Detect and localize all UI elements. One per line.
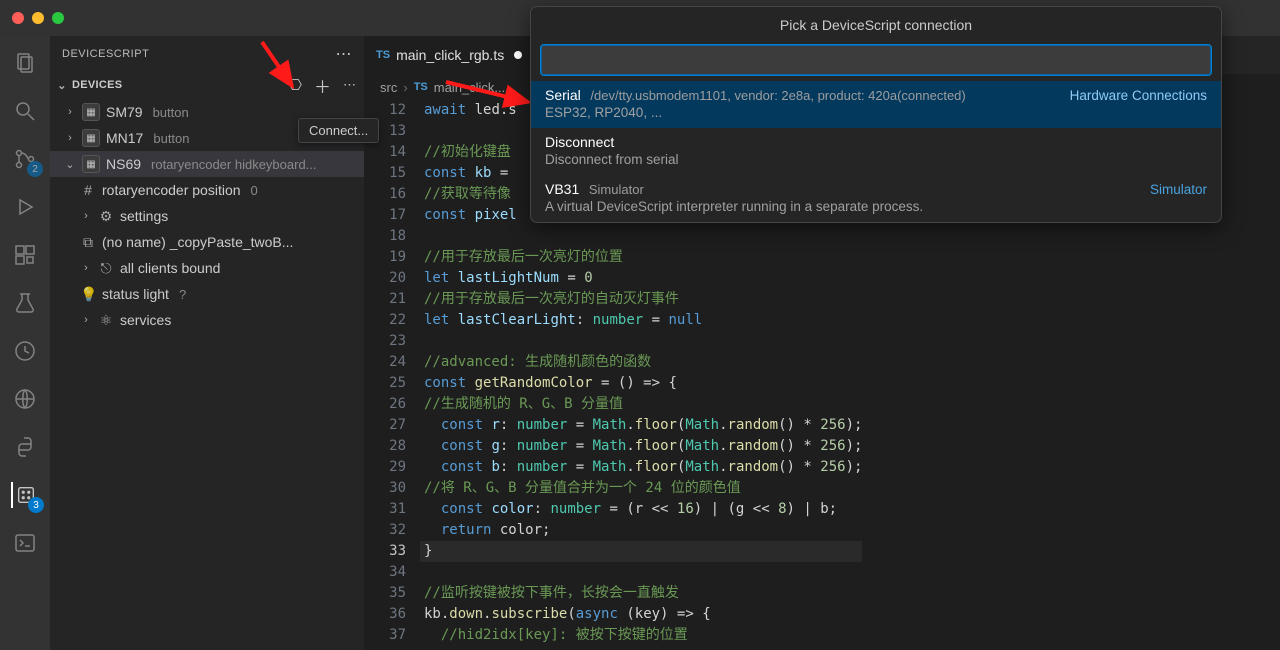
link-icon: ⎋ bbox=[98, 260, 114, 277]
extensions-icon[interactable] bbox=[12, 242, 38, 268]
quickpick-item-disconnect[interactable]: Disconnect Disconnect from serial bbox=[531, 128, 1221, 175]
section-more-icon[interactable]: ⋯ bbox=[343, 77, 356, 93]
minimize-window-button[interactable] bbox=[32, 12, 44, 24]
service-settings[interactable]: › ⚙ settings bbox=[50, 203, 364, 229]
service-status-light[interactable]: 💡 status light ? bbox=[50, 281, 364, 307]
devicescript-icon[interactable]: 3 bbox=[11, 482, 37, 508]
quickpick-title: Pick a DeviceScript connection bbox=[531, 7, 1221, 37]
chevron-right-icon: › bbox=[80, 210, 92, 222]
device-chip-icon: ▦ bbox=[82, 129, 100, 147]
tab-main-click-rgb[interactable]: TS main_click_rgb.ts bbox=[364, 36, 535, 74]
typescript-icon: TS bbox=[376, 49, 390, 61]
service-copypaste[interactable]: ⧉ (no name) _copyPaste_twoB... bbox=[50, 229, 364, 255]
qp-item-secondary: Simulator bbox=[589, 182, 644, 197]
chevron-right-icon: › bbox=[80, 314, 92, 326]
quickpick-list: Serial /dev/tty.usbmodem1101, vendor: 2e… bbox=[531, 81, 1221, 222]
chevron-down-icon: ⌄ bbox=[56, 79, 68, 92]
activity-bar: 2 3 bbox=[0, 36, 50, 650]
service-label: services bbox=[120, 312, 171, 328]
service-clients[interactable]: › ⎋ all clients bound bbox=[50, 255, 364, 281]
breadcrumb-segment[interactable]: main_click... bbox=[434, 80, 506, 95]
qp-item-primary: Disconnect bbox=[545, 134, 614, 150]
chevron-right-icon: › bbox=[403, 80, 407, 95]
source-control-icon[interactable]: 2 bbox=[12, 146, 38, 172]
device-label: SM79 bbox=[106, 104, 143, 120]
device-label: MN17 bbox=[106, 130, 143, 146]
quickpick-item-serial[interactable]: Serial /dev/tty.usbmodem1101, vendor: 2e… bbox=[531, 81, 1221, 128]
section-title: DEVICES bbox=[72, 79, 122, 91]
run-debug-icon[interactable] bbox=[12, 194, 38, 220]
sidebar-more-icon[interactable]: ⋯ bbox=[336, 44, 353, 64]
qp-item-category: Simulator bbox=[1150, 182, 1207, 197]
process-icon: ⧉ bbox=[80, 234, 96, 251]
service-label: rotaryencoder position bbox=[102, 182, 241, 198]
gear-icon: ⚙ bbox=[98, 208, 114, 225]
connect-device-icon[interactable]: ⎔ bbox=[289, 76, 302, 94]
tooltip-label: Connect... bbox=[309, 123, 368, 138]
service-label: (no name) _copyPaste_twoB... bbox=[102, 234, 293, 250]
chevron-right-icon: › bbox=[64, 132, 76, 144]
testing-icon[interactable] bbox=[12, 290, 38, 316]
qp-item-primary: VB31 bbox=[545, 181, 579, 197]
device-detail: button bbox=[153, 131, 189, 146]
connect-tooltip: Connect... bbox=[298, 118, 379, 143]
search-icon[interactable] bbox=[12, 98, 38, 124]
sidebar-title: DEVICESCRIPT bbox=[62, 48, 149, 60]
devicescript-badge: 3 bbox=[28, 497, 44, 513]
python-icon[interactable] bbox=[12, 434, 38, 460]
quickpick-input[interactable] bbox=[541, 45, 1211, 75]
device-chip-icon: ▦ bbox=[82, 103, 100, 121]
explorer-icon[interactable] bbox=[12, 50, 38, 76]
service-rotary[interactable]: # rotaryencoder position 0 bbox=[50, 177, 364, 203]
sidebar-header: DEVICESCRIPT ⋯ bbox=[50, 36, 364, 71]
quickpick-item-vb31[interactable]: VB31 Simulator Simulator A virtual Devic… bbox=[531, 175, 1221, 222]
service-value: 0 bbox=[251, 183, 258, 198]
service-label: status light bbox=[102, 286, 169, 302]
typescript-icon: TS bbox=[414, 81, 428, 93]
qp-item-primary: Serial bbox=[545, 87, 581, 103]
add-device-icon[interactable]: ＋ bbox=[314, 73, 331, 98]
maximize-window-button[interactable] bbox=[52, 12, 64, 24]
qp-item-secondary: /dev/tty.usbmodem1101, vendor: 2e8a, pro… bbox=[590, 88, 965, 103]
lightbulb-icon: 💡 bbox=[80, 286, 96, 303]
device-detail: button bbox=[153, 105, 189, 120]
device-ns69[interactable]: ⌄ ▦ NS69 rotaryencoder hidkeyboard... bbox=[50, 151, 364, 177]
service-services[interactable]: › ⚛ services bbox=[50, 307, 364, 333]
close-window-button[interactable] bbox=[12, 12, 24, 24]
qp-item-desc: A virtual DeviceScript interpreter runni… bbox=[545, 199, 1207, 214]
device-label: NS69 bbox=[106, 156, 141, 172]
chevron-down-icon: ⌄ bbox=[64, 158, 76, 171]
breadcrumb-segment[interactable]: src bbox=[380, 80, 397, 95]
service-label: all clients bound bbox=[120, 260, 220, 276]
device-detail: rotaryencoder hidkeyboard... bbox=[151, 157, 316, 172]
tab-label: main_click_rgb.ts bbox=[396, 47, 504, 63]
qp-item-category: Hardware Connections bbox=[1070, 88, 1207, 103]
device-chip-icon: ▦ bbox=[82, 155, 100, 173]
service-label: settings bbox=[120, 208, 168, 224]
chevron-right-icon: › bbox=[80, 262, 92, 274]
qp-item-desc: Disconnect from serial bbox=[545, 152, 1207, 167]
quickpick-connection: Pick a DeviceScript connection Serial /d… bbox=[530, 6, 1222, 223]
dirty-indicator-icon bbox=[514, 51, 522, 59]
qp-item-desc: ESP32, RP2040, ... bbox=[545, 105, 1207, 120]
terminal-icon[interactable] bbox=[12, 530, 38, 556]
chevron-right-icon: › bbox=[64, 106, 76, 118]
timeline-icon[interactable] bbox=[12, 338, 38, 364]
line-number-gutter: 1213141516171819202122232425262728293031… bbox=[364, 100, 424, 650]
devices-section-header[interactable]: ⌄ DEVICES ⎔ ＋ ⋯ bbox=[50, 71, 364, 99]
scm-badge: 2 bbox=[27, 161, 43, 177]
hash-icon: # bbox=[80, 182, 96, 198]
services-icon: ⚛ bbox=[98, 312, 114, 329]
service-value: ? bbox=[179, 287, 186, 302]
remote-icon[interactable] bbox=[12, 386, 38, 412]
